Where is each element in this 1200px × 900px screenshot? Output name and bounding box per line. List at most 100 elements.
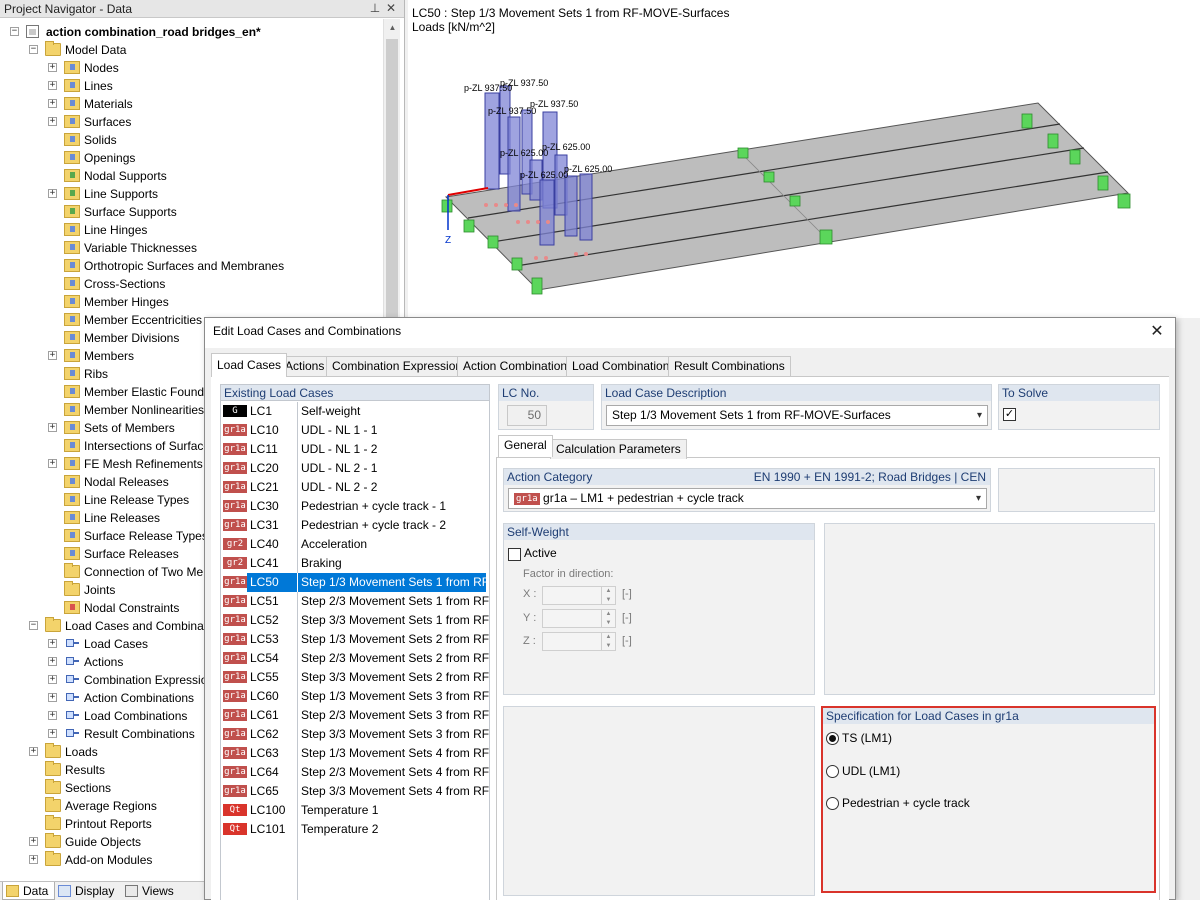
action-category-badge: gr1a (223, 633, 247, 645)
action-category-badge: gr1a (223, 443, 247, 455)
load-case-row[interactable]: gr1a LC20 UDL - NL 2 - 1 (221, 459, 489, 478)
expand-icon[interactable]: + (48, 63, 57, 72)
load-case-row[interactable]: gr1a LC50 Step 1/3 Movement Sets 1 from RF… (221, 573, 489, 592)
load-case-row[interactable]: gr1a LC62 Step 3/3 Movement Sets 3 from RF… (221, 725, 489, 744)
load-case-row[interactable]: gr2 LC41 Braking (221, 554, 489, 573)
axis-z-label: Z (445, 235, 451, 246)
load-case-row[interactable]: gr1a LC21 UDL - NL 2 - 2 (221, 478, 489, 497)
expand-icon[interactable]: + (48, 459, 57, 468)
load-case-row[interactable]: gr1a LC30 Pedestrian + cycle track - 1 (221, 497, 489, 516)
tab-action-combinations[interactable]: Action Combinations (457, 356, 580, 376)
item-icon (64, 601, 80, 614)
pedestrian-radio[interactable] (826, 797, 839, 810)
load-case-row[interactable]: gr1a LC64 Step 2/3 Movement Sets 4 from RF… (221, 763, 489, 782)
tab-views[interactable]: Views (122, 882, 180, 900)
load-case-number: LC53 (250, 632, 279, 646)
expand-icon[interactable]: + (48, 81, 57, 90)
action-category-badge: G (223, 405, 247, 417)
self-weight-group: Self-Weight Active Factor in direction: … (503, 523, 815, 695)
udl-lm1-label: UDL (LM1) (842, 764, 901, 778)
tree-item[interactable]: Solids (0, 131, 380, 149)
tree-item[interactable]: + Line Supports (0, 185, 380, 203)
factor-z-input[interactable]: ▲ ▼ (542, 632, 616, 651)
tree-item[interactable]: − action combination_road bridges_en* (0, 23, 380, 41)
expand-icon[interactable]: + (48, 351, 57, 360)
tab-combination-expressions[interactable]: Combination Expressions (326, 356, 475, 376)
expand-icon[interactable]: + (48, 711, 57, 720)
lc-no-field[interactable]: 50 (507, 405, 547, 426)
expand-icon[interactable]: + (48, 639, 57, 648)
tab-data[interactable]: Data (2, 882, 56, 900)
load-case-description: Step 1/3 Movement Sets 3 from RF-MC (301, 689, 489, 703)
load-case-row[interactable]: gr1a LC63 Step 1/3 Movement Sets 4 from RF… (221, 744, 489, 763)
empty-info-box (998, 468, 1155, 512)
load-case-row[interactable]: gr1a LC53 Step 1/3 Movement Sets 2 from RF… (221, 630, 489, 649)
load-case-row[interactable]: gr1a LC51 Step 2/3 Movement Sets 1 from RF… (221, 592, 489, 611)
close-icon[interactable]: ✕ (384, 1, 398, 15)
expand-icon[interactable]: + (48, 189, 57, 198)
expand-icon[interactable]: + (48, 99, 57, 108)
load-case-row[interactable]: gr1a LC61 Step 2/3 Movement Sets 3 from RF… (221, 706, 489, 725)
expand-icon[interactable]: + (29, 855, 38, 864)
model-viewport[interactable]: p-ZL 937.50 p-ZL 937.50 p-ZL 937.50 p-ZL… (408, 0, 1200, 318)
load-case-row[interactable]: gr1a LC11 UDL - NL 1 - 2 (221, 440, 489, 459)
tab-result-combinations[interactable]: Result Combinations (668, 356, 791, 376)
pin-icon[interactable]: ⊥ (368, 1, 382, 15)
load-case-row[interactable]: gr2 LC40 Acceleration (221, 535, 489, 554)
tree-item[interactable]: Surface Supports (0, 203, 380, 221)
load-case-row[interactable]: gr1a LC52 Step 3/3 Movement Sets 1 from RF… (221, 611, 489, 630)
tab-display[interactable]: Display (55, 882, 120, 900)
tree-item[interactable]: Cross-Sections (0, 275, 380, 293)
description-dropdown[interactable]: Step 1/3 Movement Sets 1 from RF-MOVE-Su… (606, 405, 988, 426)
expand-icon[interactable]: + (48, 675, 57, 684)
load-case-row[interactable]: gr1a LC65 Step 3/3 Movement Sets 4 from RF… (221, 782, 489, 801)
expand-icon[interactable]: + (48, 117, 57, 126)
subtab-general[interactable]: General (498, 435, 553, 457)
ts-lm1-radio[interactable] (826, 732, 839, 745)
tree-item[interactable]: Orthotropic Surfaces and Membranes (0, 257, 380, 275)
collapse-icon[interactable]: − (29, 621, 38, 630)
load-case-row[interactable]: gr1a LC55 Step 3/3 Movement Sets 2 from RF… (221, 668, 489, 687)
active-checkbox[interactable] (508, 548, 521, 561)
tree-item[interactable]: Line Hinges (0, 221, 380, 239)
expand-icon[interactable]: + (48, 423, 57, 432)
expand-icon[interactable]: + (29, 747, 38, 756)
expand-icon[interactable]: + (48, 657, 57, 666)
tree-item[interactable]: Openings (0, 149, 380, 167)
load-case-row[interactable]: G LC1 Self-weight (221, 402, 489, 421)
load-case-row[interactable]: gr1a LC60 Step 1/3 Movement Sets 3 from RF… (221, 687, 489, 706)
load-case-row[interactable]: Qt LC100 Temperature 1 (221, 801, 489, 820)
scroll-up-icon[interactable]: ▲ (384, 19, 401, 36)
tree-item[interactable]: + Nodes (0, 59, 380, 77)
tree-item[interactable]: + Lines (0, 77, 380, 95)
factor-x-input[interactable]: ▲ ▼ (542, 586, 616, 605)
item-icon (64, 277, 80, 290)
tree-item-label: Nodal Releases (84, 475, 169, 489)
tree-item[interactable]: + Surfaces (0, 113, 380, 131)
expand-icon[interactable]: + (48, 693, 57, 702)
subtab-calculation-parameters[interactable]: Calculation Parameters (550, 439, 687, 459)
action-category-dropdown[interactable]: gr1a gr1a – LM1 + pedestrian + cycle tra… (508, 488, 987, 509)
tree-item[interactable]: Variable Thicknesses (0, 239, 380, 257)
collapse-icon[interactable]: − (10, 27, 19, 36)
collapse-icon[interactable]: − (29, 45, 38, 54)
tree-item[interactable]: Member Hinges (0, 293, 380, 311)
tab-load-combinations[interactable]: Load Combinations (566, 356, 682, 376)
load-case-row[interactable]: gr1a LC10 UDL - NL 1 - 1 (221, 421, 489, 440)
factor-y-input[interactable]: ▲ ▼ (542, 609, 616, 628)
load-case-row[interactable]: gr1a LC31 Pedestrian + cycle track - 2 (221, 516, 489, 535)
load-case-number: LC64 (250, 765, 279, 779)
tree-item[interactable]: − Model Data (0, 41, 380, 59)
expand-icon[interactable]: + (48, 729, 57, 738)
tab-load-cases[interactable]: Load Cases (211, 353, 288, 377)
to-solve-checkbox[interactable]: ✓ (1003, 408, 1016, 421)
udl-lm1-radio[interactable] (826, 765, 839, 778)
tree-item-label: Members (84, 349, 135, 363)
load-case-row[interactable]: gr1a LC54 Step 2/3 Movement Sets 2 from RF… (221, 649, 489, 668)
tree-item[interactable]: + Materials (0, 95, 380, 113)
load-case-number: LC54 (250, 651, 279, 665)
load-case-row[interactable]: Qt LC101 Temperature 2 (221, 820, 489, 839)
expand-icon[interactable]: + (29, 837, 38, 846)
close-icon[interactable]: ✕ (1147, 322, 1167, 342)
tree-item[interactable]: Nodal Supports (0, 167, 380, 185)
